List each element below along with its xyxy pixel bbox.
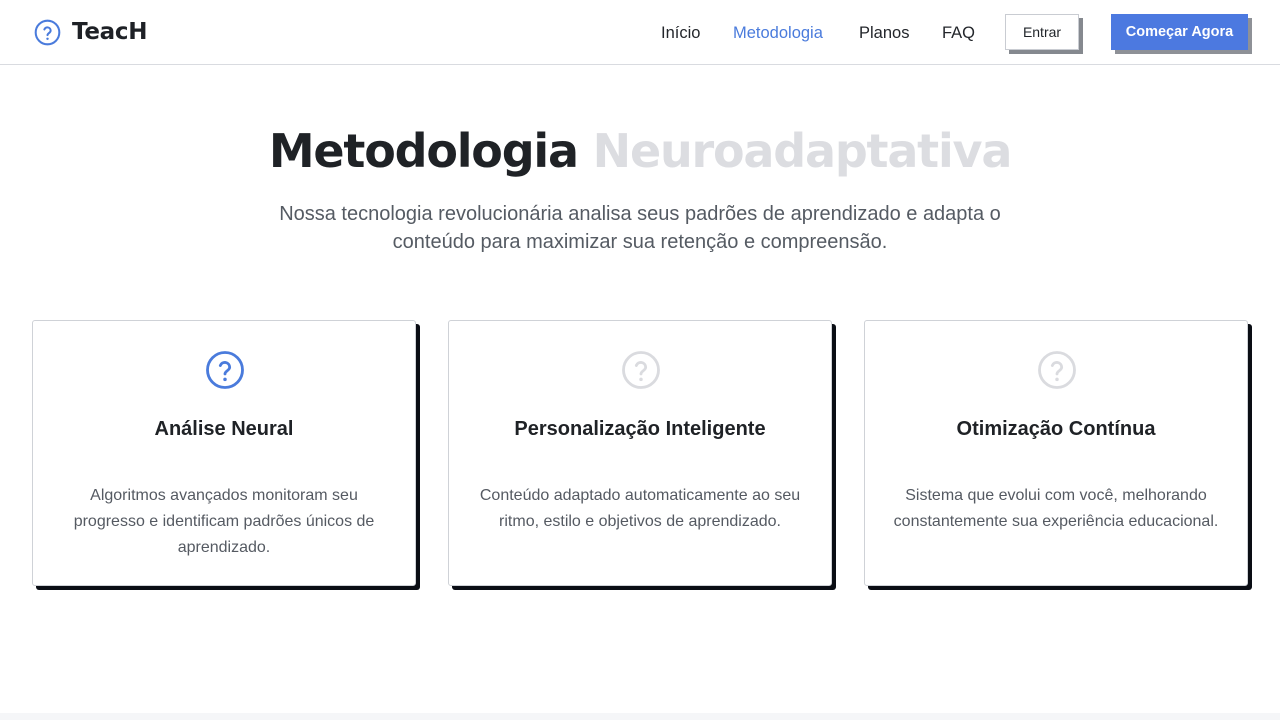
feature-title: Personalização Inteligente (514, 418, 766, 440)
feature-title: Análise Neural (154, 418, 294, 440)
nav-item-metodologia[interactable]: Metodologia (733, 22, 823, 44)
login-button[interactable]: Entrar (1005, 14, 1079, 50)
feature-description: Sistema que evolui com você, melhorando … (893, 487, 1219, 530)
hero-title-secondary: Neuroadaptativa (592, 124, 1013, 178)
get-started-button[interactable]: Começar Agora (1111, 14, 1248, 50)
next-section-edge (0, 713, 1280, 720)
question-circle-icon (206, 351, 244, 389)
nav-item-planos[interactable]: Planos (859, 22, 909, 44)
feature-card-personalizacao: Personalização Inteligente Conteúdo adap… (448, 320, 832, 586)
hero-title-primary: Metodologia (268, 124, 579, 178)
feature-description: Conteúdo adaptado automaticamente ao seu… (479, 487, 801, 530)
feature-card-analise-neural: Análise Neural Algoritmos avançados moni… (32, 320, 416, 586)
feature-description: Algoritmos avançados monitoram seu progr… (73, 487, 375, 556)
nav-item-faq[interactable]: FAQ (942, 22, 975, 44)
site-header: TeacH Início Metodologia Planos FAQ Entr… (0, 0, 1280, 65)
nav-item-inicio[interactable]: Início (661, 22, 700, 44)
question-circle-icon (1038, 351, 1076, 389)
question-circle-icon (622, 351, 660, 389)
main-nav: Início Metodologia Planos FAQ (0, 22, 1280, 44)
feature-title: Otimização Contínua (956, 418, 1156, 440)
hero-title: Metodologia Neuroadaptativa (0, 120, 1280, 182)
feature-card-otimizacao: Otimização Contínua Sistema que evolui c… (864, 320, 1248, 586)
hero-subtitle: Nossa tecnologia revolucionária analisa … (279, 203, 1001, 253)
